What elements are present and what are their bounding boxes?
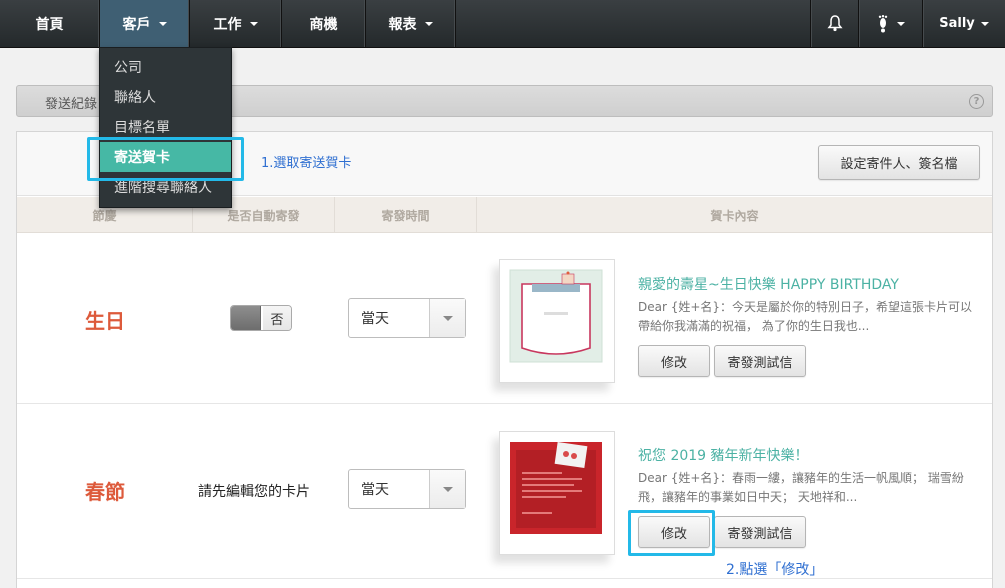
- help-icon[interactable]: ?: [969, 94, 984, 109]
- nav-home-label: 首頁: [35, 16, 64, 33]
- annotation-step-2: 2.點選「修改」: [726, 562, 824, 578]
- send-test-email-button[interactable]: 寄發測試信: [714, 516, 806, 548]
- top-nav: 首頁 客戶 工作 商機 報表 Sally: [0, 0, 1005, 48]
- nav-work[interactable]: 工作: [190, 0, 282, 47]
- nav-opportunities-label: 商機: [309, 16, 338, 33]
- menu-item-companies[interactable]: 公司: [100, 52, 231, 82]
- column-header-card-content: 賀卡內容: [710, 208, 759, 223]
- nav-customers-label: 客戶: [122, 16, 151, 33]
- user-name: Sally: [939, 16, 975, 31]
- section-title: 發送紀錄: [45, 97, 98, 112]
- table-row: 生日 否 當天 親愛的壽星~生日快樂 HAPPY BIRTHDAY Dear {…: [17, 234, 992, 404]
- edit-card-first-note: 請先編輯您的卡片: [198, 484, 310, 500]
- menu-item-contacts[interactable]: 聯絡人: [100, 82, 231, 112]
- annotation-step-1: 1.選取寄送賀卡: [261, 156, 352, 171]
- chevron-down-icon: [429, 470, 465, 508]
- menu-item-target-lists[interactable]: 目標名單: [100, 112, 231, 142]
- edit-card-button[interactable]: 修改: [638, 516, 710, 548]
- send-time-select[interactable]: 當天: [348, 469, 466, 509]
- nav-reports-label: 報表: [388, 16, 417, 33]
- table-row: 春節 請先編輯您的卡片 當天 祝您 2019 豬年新年快樂！ Dear {姓+名…: [17, 405, 992, 579]
- send-time-select[interactable]: 當天: [348, 298, 466, 338]
- chevron-down-icon: [158, 21, 167, 26]
- chevron-down-icon: [424, 21, 433, 26]
- set-sender-signature-button[interactable]: 設定寄件人、簽名檔: [818, 145, 980, 180]
- card-description: Dear {姓+名}：今天是屬於你的特別日子，希望這張卡片可以帶給你我滿滿的祝福…: [638, 300, 973, 333]
- chevron-down-icon: [980, 21, 989, 26]
- new-year-card-image: [510, 442, 602, 534]
- edit-card-button[interactable]: 修改: [638, 345, 710, 377]
- card-thumbnail[interactable]: [499, 431, 615, 555]
- card-title: 祝您 2019 豬年新年快樂！: [638, 448, 809, 464]
- nav-reports[interactable]: 報表: [366, 0, 456, 47]
- customers-dropdown-menu: 公司 聯絡人 目標名單 寄送賀卡 進階搜尋聯絡人: [99, 47, 232, 208]
- nav-customers[interactable]: 客戶: [100, 0, 190, 47]
- menu-item-send-greeting-cards[interactable]: 寄送賀卡: [100, 142, 231, 172]
- send-time-value: 當天: [361, 482, 389, 498]
- toggle-label: 否: [263, 306, 291, 330]
- nav-work-label: 工作: [213, 16, 242, 33]
- bell-icon: [826, 15, 843, 32]
- chevron-down-icon: [896, 21, 905, 26]
- column-header-send-time: 寄發時間: [335, 197, 477, 233]
- send-time-value: 當天: [361, 311, 389, 327]
- footprint-menu[interactable]: [858, 0, 922, 47]
- auto-send-toggle[interactable]: 否: [230, 305, 292, 331]
- menu-item-advanced-contact-search[interactable]: 進階搜尋聯絡人: [100, 172, 231, 202]
- holiday-name: 生日: [85, 309, 125, 333]
- notifications-button[interactable]: [810, 0, 858, 47]
- card-thumbnail[interactable]: [499, 259, 615, 383]
- chevron-down-icon: [249, 21, 258, 26]
- toggle-knob: [231, 306, 261, 330]
- card-description: Dear {姓+名}：春雨一縷，讓豬年的生活一帆風順； 瑞雪紛飛，讓豬年的事業如…: [638, 471, 964, 504]
- user-menu[interactable]: Sally: [922, 0, 1005, 47]
- send-test-email-button[interactable]: 寄發測試信: [714, 345, 806, 377]
- card-title: 親愛的壽星~生日快樂 HAPPY BIRTHDAY: [638, 277, 899, 293]
- holiday-name: 春節: [85, 480, 125, 504]
- chevron-down-icon: [429, 299, 465, 337]
- nav-opportunities[interactable]: 商機: [282, 0, 366, 47]
- nav-home[interactable]: 首頁: [0, 0, 100, 47]
- birthday-card-image: [509, 269, 603, 363]
- footprint-icon: [878, 14, 887, 32]
